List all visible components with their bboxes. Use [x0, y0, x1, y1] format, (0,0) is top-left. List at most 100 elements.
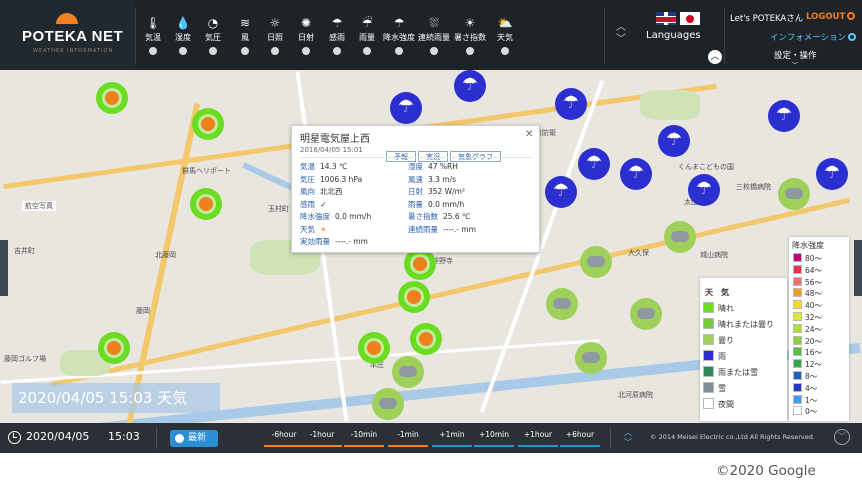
radio-dot[interactable]: [430, 47, 438, 55]
station-marker-sunny[interactable]: [98, 332, 130, 364]
map-label: 吉井町: [14, 247, 35, 255]
field-value: 0.0 mm/h: [428, 199, 465, 209]
park: [640, 90, 700, 120]
japan-flag-icon[interactable]: [680, 12, 700, 25]
map-label: 三枚橋病院: [736, 183, 771, 191]
rain-legend-swatch: [793, 253, 802, 262]
rain-legend-swatch: [793, 276, 802, 286]
time-step-plusminus-6hour[interactable]: +6hour: [558, 429, 602, 447]
radio-dot[interactable]: [466, 47, 474, 55]
tool-weather[interactable]: ⛅ 天気: [489, 14, 521, 64]
popup-field: 降水強度 0.0 mm/h: [300, 211, 371, 222]
station-marker-sunny[interactable]: [190, 188, 222, 220]
station-marker-cloudy[interactable]: [372, 388, 404, 420]
radio-dot[interactable]: [302, 47, 310, 55]
field-label: 湿度: [408, 162, 423, 171]
collapse-toggle[interactable]: ︿: [708, 50, 722, 64]
aerial-toggle[interactable]: 航空写真: [22, 201, 56, 211]
radio-dot[interactable]: [363, 47, 371, 55]
station-marker-cloudy[interactable]: [778, 178, 810, 210]
rain-legend-swatch: [793, 406, 802, 416]
rain-legend-swatch: [793, 382, 802, 392]
station-marker-rain[interactable]: [620, 158, 652, 190]
chevron-down-icon[interactable]: ﹀: [834, 429, 850, 445]
station-marker-sunny[interactable]: [96, 82, 128, 114]
radio-dot[interactable]: [209, 47, 217, 55]
radio-dot[interactable]: [241, 47, 249, 55]
radio-dot[interactable]: [333, 47, 341, 55]
time-step-plusminus-1min[interactable]: +1min: [430, 429, 474, 447]
left-panel-tab[interactable]: [0, 240, 8, 296]
station-marker-cloudy[interactable]: [580, 246, 612, 278]
radio-dot[interactable]: [271, 47, 279, 55]
station-marker-cloudy[interactable]: [630, 298, 662, 330]
rain-legend-item: 1～: [793, 394, 817, 407]
logo[interactable]: POTEKA NET WEATHER INFORMATION: [0, 0, 135, 70]
map-label: くんまこどもの国: [678, 163, 734, 171]
rain-legend-item: 56～: [793, 276, 822, 289]
station-marker-rain[interactable]: [768, 100, 800, 132]
legend-label: 雨または雪: [718, 368, 758, 377]
droplet-icon: 💧: [175, 16, 191, 30]
map-label: 北河原病院: [618, 391, 653, 399]
current-time[interactable]: 15:03: [108, 430, 140, 443]
latest-button[interactable]: 最新: [170, 430, 218, 447]
weather-legend: 天 気 晴れ 晴れまたは曇り 曇り雨雨または雪雪夜間: [700, 278, 787, 421]
rain-legend-label: 64～: [805, 265, 823, 275]
top-bar: POTEKA NET WEATHER INFORMATION 🌡 気温 💧 湿度 ◔ 気圧…: [0, 0, 862, 70]
field-label: 連続雨量: [408, 224, 438, 234]
field-value: 47 %RH: [428, 162, 458, 171]
station-marker-rain[interactable]: [390, 92, 422, 124]
time-step-minus-1min[interactable]: -1min: [386, 429, 430, 447]
field-value: 25.6 ℃: [443, 212, 471, 221]
station-marker-sunny[interactable]: [410, 323, 442, 355]
station-marker-rain[interactable]: [454, 70, 486, 102]
popup-field: 感雨 ✓: [300, 199, 326, 210]
popup-field: 雨量 0.0 mm/h: [408, 199, 464, 210]
time-step-minus-10min[interactable]: -10min: [342, 429, 386, 447]
map-label: 城山病院: [700, 251, 728, 259]
station-marker-rain[interactable]: [578, 148, 610, 180]
time-step-plusminus-1hour[interactable]: +1hour: [516, 429, 560, 447]
time-updown[interactable]: ︿ ﹀: [622, 428, 634, 448]
field-value: ✓: [320, 199, 327, 209]
copyright: © 2014 Meisei Electric co.,Ltd All Right…: [650, 433, 815, 441]
station-marker-cloudy[interactable]: [664, 221, 696, 253]
divider: [300, 157, 533, 158]
station-marker-rain[interactable]: [555, 88, 587, 120]
field-value: 3.3 m/s: [428, 174, 457, 184]
rain-legend-item: 64～: [793, 264, 823, 277]
rain-intensity-legend: 降水強度 80～ 64～ 56～ 48～ 40～ 32～ 24～ 20～ 16～ 12～ 8～ 4～ 1…: [789, 237, 849, 421]
popup-field: 連続雨量 ----.- mm: [408, 224, 476, 235]
station-marker-sunny[interactable]: [358, 332, 390, 364]
rain-legend-item: 48～: [793, 288, 822, 300]
legend-swatch: [703, 350, 714, 361]
rain-legend-swatch: [793, 359, 802, 369]
station-marker-sunny[interactable]: [192, 108, 224, 140]
radio-dot[interactable]: [395, 47, 403, 55]
field-value: ☀: [320, 224, 327, 234]
information-link[interactable]: インフォメーション: [770, 31, 857, 43]
station-marker-rain[interactable]: [816, 158, 848, 190]
time-step-plusminus-10min[interactable]: +10min: [472, 429, 516, 447]
radio-dot[interactable]: [149, 47, 157, 55]
logout-button[interactable]: LOGOUT: [806, 12, 856, 22]
field-value: 352 W/m²: [428, 187, 465, 196]
station-marker-sunny[interactable]: [398, 281, 430, 313]
languages-label: Languages: [646, 30, 701, 41]
close-icon[interactable]: ✕: [525, 129, 533, 140]
station-marker-cloudy[interactable]: [392, 356, 424, 388]
station-marker-cloudy[interactable]: [546, 288, 578, 320]
current-date[interactable]: 2020/04/05: [26, 430, 89, 443]
station-marker-rain[interactable]: [688, 174, 720, 206]
time-step-minus-1hour[interactable]: -1hour: [300, 429, 344, 447]
radio-dot[interactable]: [179, 47, 187, 55]
station-marker-rain[interactable]: [658, 125, 690, 157]
uk-flag-icon[interactable]: [656, 12, 676, 25]
station-marker-rain[interactable]: [545, 176, 577, 208]
wind-icon: ≋: [239, 16, 251, 30]
right-panel-tab[interactable]: [854, 240, 862, 296]
scroll-updown[interactable]: ︿ ﹀: [614, 22, 628, 48]
radio-dot[interactable]: [501, 47, 509, 55]
station-marker-cloudy[interactable]: [575, 342, 607, 374]
